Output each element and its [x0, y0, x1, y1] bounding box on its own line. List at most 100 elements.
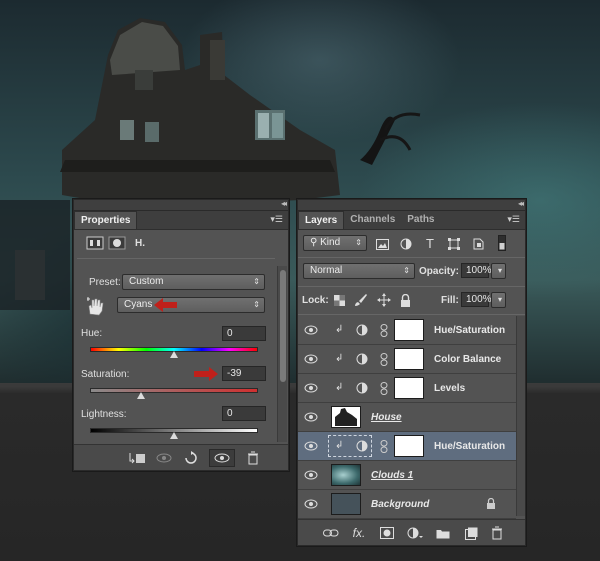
chevron-updown-icon: ⇕ [253, 277, 260, 286]
clip-to-layer-icon[interactable] [124, 449, 150, 467]
new-layer-icon[interactable] [458, 524, 484, 542]
tab-layers[interactable]: Layers [298, 211, 345, 229]
filter-type-icon[interactable]: T [422, 235, 438, 251]
layer-row-selected[interactable]: ↲ Hue/Saturation [298, 432, 516, 461]
saturation-slider-thumb[interactable] [137, 392, 146, 399]
filter-shape-icon[interactable] [446, 236, 462, 252]
search-icon: ⚲ [310, 237, 321, 248]
lightness-input[interactable]: 0 [222, 406, 266, 421]
properties-scrollbar[interactable] [277, 266, 287, 442]
layer-row[interactable]: Clouds 1 [298, 461, 516, 490]
visibility-eye-icon[interactable] [304, 412, 318, 422]
layer-row[interactable]: House [298, 403, 516, 432]
link-chain-icon[interactable] [380, 353, 388, 366]
preset-dropdown[interactable]: Custom ⇕ [122, 274, 265, 290]
hue-input[interactable]: 0 [222, 326, 266, 341]
tab-properties[interactable]: Properties [74, 211, 138, 229]
trash-icon[interactable] [240, 449, 266, 467]
visibility-eye-icon[interactable] [304, 383, 318, 393]
house-layer-thumbnail[interactable] [331, 406, 361, 428]
collapse-icon[interactable]: ◂◂ [281, 199, 287, 208]
saturation-input[interactable]: -39 [222, 366, 266, 381]
tab-paths[interactable]: Paths [401, 211, 440, 229]
layers-scrollbar[interactable] [516, 316, 525, 516]
layer-mask-thumbnail[interactable] [394, 319, 424, 341]
lightness-label: Lightness: [81, 409, 127, 420]
link-chain-icon[interactable] [380, 324, 388, 337]
link-chain-icon[interactable] [380, 382, 388, 395]
hue-slider-thumb[interactable] [170, 351, 178, 358]
reset-icon[interactable] [178, 449, 204, 467]
add-mask-icon[interactable] [374, 524, 400, 542]
layer-name: Levels [434, 383, 466, 394]
channel-dropdown[interactable]: Cyans ⇕ [117, 297, 265, 313]
filter-toggle-switch[interactable] [494, 235, 510, 251]
adjustment-title: H. [135, 238, 145, 249]
background-layer-thumbnail[interactable] [331, 493, 361, 515]
visibility-eye-icon[interactable] [304, 325, 318, 335]
adjustment-icon[interactable] [86, 236, 104, 253]
visibility-eye-icon[interactable] [304, 354, 318, 364]
opacity-input[interactable]: 100% [461, 263, 492, 278]
channel-value: Cyans [124, 299, 153, 310]
preset-value: Custom [129, 276, 164, 287]
layer-style-fx-icon[interactable]: fx. [346, 524, 372, 542]
layer-filter-bar: ⚲ Kind ⇕ T [298, 233, 525, 255]
filter-smart-object-icon[interactable] [470, 236, 486, 252]
layer-name: Hue/Saturation [434, 441, 506, 452]
panel-top-bar[interactable]: ◂◂ [298, 199, 525, 211]
layer-row[interactable]: ↲ Hue/Saturation [298, 316, 516, 345]
clipping-arrow-icon: ↲ [335, 382, 344, 393]
divider [298, 257, 525, 258]
lock-transparent-icon[interactable] [331, 292, 347, 308]
visibility-eye-icon[interactable] [304, 499, 318, 509]
layer-row[interactable]: Background [298, 490, 516, 519]
lock-all-icon[interactable] [397, 292, 413, 308]
panel-menu-icon[interactable]: ▾☰ [507, 214, 520, 225]
scrollbar-thumb[interactable] [280, 270, 286, 382]
panel-menu-icon[interactable]: ▾☰ [270, 214, 283, 225]
blend-mode-value: Normal [310, 265, 343, 276]
visibility-eye-icon[interactable] [304, 441, 318, 451]
visibility-eye-icon[interactable] [209, 449, 235, 467]
layer-row[interactable]: ↲ Color Balance [298, 345, 516, 374]
blend-mode-dropdown[interactable]: Normal ⇕ [303, 263, 415, 279]
view-previous-state-icon[interactable] [151, 449, 177, 467]
mask-icon[interactable] [108, 236, 126, 253]
layer-mask-thumbnail[interactable] [394, 348, 424, 370]
properties-panel: ◂◂ Properties ▾☰ H. Preset: Custom ⇕ Cya… [73, 199, 289, 471]
visibility-eye-icon[interactable] [304, 470, 318, 480]
filter-adjustment-icon[interactable] [398, 236, 414, 252]
link-layers-icon[interactable] [318, 524, 344, 542]
fill-input[interactable]: 100% [461, 292, 492, 307]
fill-dropdown-button[interactable]: ▾ [491, 292, 506, 308]
lock-icon [487, 498, 495, 509]
layer-mask-thumbnail[interactable] [394, 435, 424, 457]
targeted-adjustment-hand-icon[interactable] [85, 296, 105, 319]
opacity-label: Opacity: [419, 266, 460, 277]
link-chain-icon[interactable] [380, 440, 388, 453]
chevron-updown-icon: ⇕ [355, 238, 362, 247]
panel-top-bar[interactable]: ◂◂ [74, 199, 288, 211]
clouds-layer-thumbnail[interactable] [331, 464, 361, 486]
filter-kind-dropdown[interactable]: ⚲ Kind ⇕ [303, 235, 367, 251]
lock-label: Lock: [302, 295, 329, 306]
layer-list: ↲ Hue/Saturation ↲ Color Balance ↲ Level… [298, 316, 516, 519]
new-adjustment-layer-icon[interactable] [402, 524, 428, 542]
preset-label: Preset: [89, 277, 121, 288]
new-group-folder-icon[interactable] [430, 524, 456, 542]
saturation-slider-track[interactable] [90, 388, 258, 393]
trash-icon[interactable] [484, 524, 510, 542]
collapse-icon[interactable]: ◂◂ [518, 199, 524, 208]
lock-position-move-icon[interactable] [376, 292, 392, 308]
chevron-down-icon: ▾ [497, 266, 502, 275]
opacity-dropdown-button[interactable]: ▾ [491, 263, 506, 279]
filter-pixel-icon[interactable] [374, 236, 390, 252]
layer-mask-thumbnail[interactable] [394, 377, 424, 399]
lock-image-brush-icon[interactable] [353, 292, 369, 308]
adjustment-layer-icon [356, 353, 368, 365]
lightness-slider-thumb[interactable] [170, 432, 178, 439]
properties-footer [74, 444, 288, 470]
tab-channels[interactable]: Channels [344, 211, 401, 229]
layer-row[interactable]: ↲ Levels [298, 374, 516, 403]
